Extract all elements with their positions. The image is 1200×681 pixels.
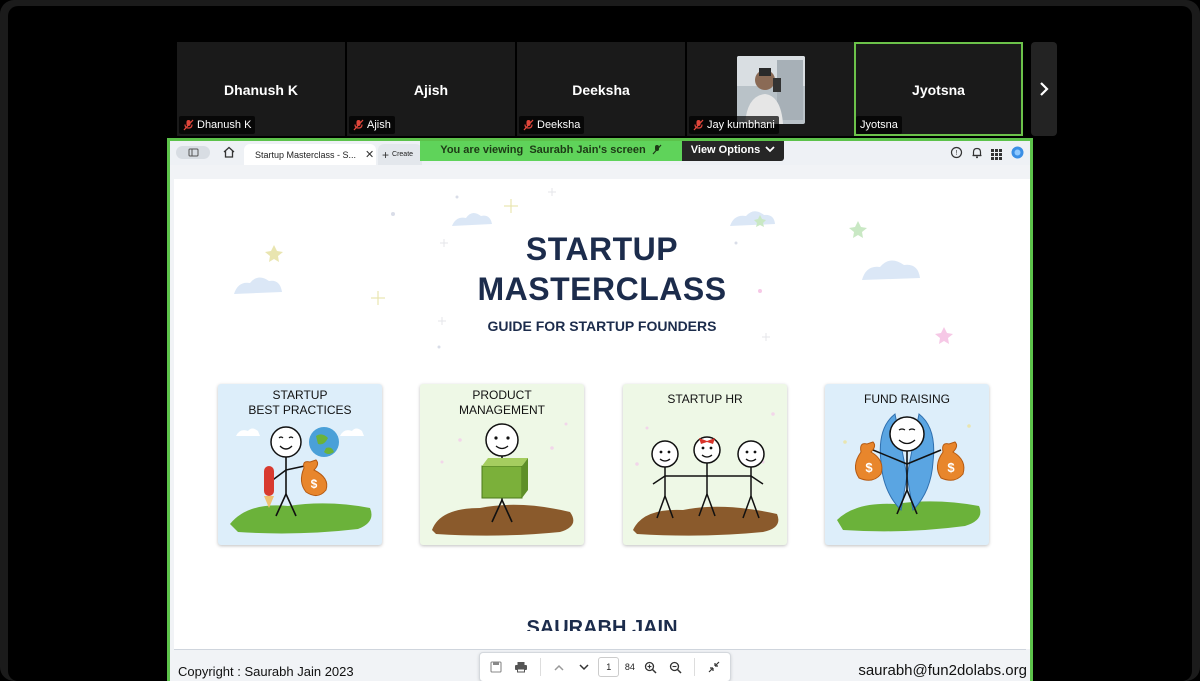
svg-text:!: !	[956, 150, 958, 157]
slide-page: STARTUP MASTERCLASS GUIDE FOR STARTUP FO…	[174, 179, 1030, 649]
printer-icon	[515, 662, 528, 673]
card-startup-hr: STARTUP HR	[623, 384, 787, 545]
participant-label: Deeksha	[519, 116, 585, 134]
participant-label: Ajish	[349, 116, 395, 134]
card-title: STARTUP BEST PRACTICES	[248, 388, 352, 417]
screen-share-banner: You are viewing Saurabh Jain's screen	[420, 141, 682, 161]
page-total: 84	[624, 662, 635, 672]
participant-label: Dhanush K	[179, 116, 256, 134]
participant-label-text: Ajish	[367, 119, 391, 131]
new-tab-label: Create	[392, 151, 414, 158]
home-icon[interactable]	[222, 145, 236, 164]
sidebar-toggle-button[interactable]	[176, 146, 210, 159]
card-product-management: PRODUCT MANAGEMENT	[420, 384, 584, 545]
svg-text:$: $	[865, 460, 873, 475]
tab-startup-masterclass[interactable]: Startup Masterclass - S... ✕	[244, 144, 376, 165]
participant-tile[interactable]: Ajish Ajish	[347, 42, 515, 136]
card-startup-best-practices: $ STARTUP BEST PRACTICES	[218, 384, 382, 545]
print-button[interactable]	[511, 656, 532, 678]
pdf-viewer: STARTUP MASTERCLASS GUIDE FOR STARTUP FO…	[170, 165, 1030, 681]
tab-title: Startup Masterclass - S...	[255, 149, 357, 160]
viewing-text: You are viewing Saurabh Jain's screen	[440, 143, 646, 156]
zoom-in-icon	[645, 661, 657, 674]
close-tab-icon[interactable]: ✕	[365, 148, 374, 161]
participant-name: Deeksha	[572, 82, 630, 98]
next-participants-button[interactable]	[1031, 42, 1057, 136]
view-options-label: View Options	[690, 143, 761, 156]
new-tab-button[interactable]: + Create	[378, 144, 422, 165]
shared-screen: Startup Masterclass - S... ✕ + Create Yo…	[167, 138, 1033, 681]
participant-tile[interactable]: Dhanush K Dhanush K	[177, 42, 345, 136]
collapse-icon	[708, 661, 720, 673]
chevron-down-icon	[579, 663, 589, 670]
sidebar-icon	[188, 148, 199, 157]
browser-toolbar: Startup Masterclass - S... ✕ + Create Yo…	[170, 141, 1030, 165]
card-title: PRODUCT MANAGEMENT	[458, 388, 545, 417]
profile-icon[interactable]	[1011, 146, 1024, 164]
participant-tile[interactable]: Jay kumbhani	[687, 42, 855, 136]
participant-label-text: Jay kumbhani	[707, 119, 775, 131]
plus-icon: +	[382, 147, 390, 162]
mic-off-icon	[652, 144, 662, 155]
mic-off-icon	[183, 119, 194, 131]
apps-grid-icon[interactable]	[991, 147, 1002, 165]
slide-subtitle: GUIDE FOR STARTUP FOUNDERS	[487, 318, 717, 334]
device-frame: Dhanush K Dhanush K Ajish Ajish Deeksha	[0, 0, 1200, 681]
card-title: STARTUP HR	[667, 392, 743, 406]
previous-page-button[interactable]	[549, 656, 570, 678]
participant-tile[interactable]: Deeksha Deeksha	[517, 42, 685, 136]
svg-text:$: $	[311, 477, 318, 491]
zoom-out-icon	[670, 661, 682, 674]
exit-fullscreen-button[interactable]	[703, 656, 724, 678]
save-button[interactable]	[486, 656, 507, 678]
fund-raising-illustration-icon: $ $	[837, 413, 981, 532]
participant-name: Ajish	[413, 82, 449, 98]
email-text: saurabh@fun2dolabs.org	[858, 662, 1027, 679]
footer-divider	[174, 649, 1026, 650]
mic-off-icon	[353, 119, 364, 131]
page-number-input[interactable]: 1	[598, 657, 620, 677]
bell-icon[interactable]	[971, 146, 983, 164]
pdf-toolbar: 1 84	[479, 652, 731, 681]
author-name: SAURABH JAIN	[526, 617, 678, 631]
help-icon[interactable]: !	[950, 146, 963, 164]
card-fund-raising: $ $ FUND RAISING	[825, 384, 989, 545]
participant-label-text: Deeksha	[537, 119, 581, 131]
zoom-out-button[interactable]	[665, 656, 686, 678]
save-icon	[490, 661, 502, 673]
next-page-button[interactable]	[573, 656, 594, 678]
slide-title-line1: STARTUP	[525, 231, 679, 267]
slide-title-line2: MASTERCLASS	[477, 271, 727, 307]
svg-text:$: $	[947, 460, 955, 475]
participant-name: Jyotsna	[912, 82, 965, 98]
participant-label-text: Dhanush K	[197, 119, 252, 131]
card-title: FUND RAISING	[863, 392, 950, 406]
mic-off-icon	[693, 119, 704, 131]
participant-label: Jay kumbhani	[689, 116, 779, 134]
copyright-text: Copyright : Saurabh Jain 2023	[178, 664, 354, 679]
participant-strip: Dhanush K Dhanush K Ajish Ajish Deeksha	[177, 42, 1057, 136]
participant-avatar	[737, 56, 805, 124]
participant-tile-active[interactable]: Jyotsna Jyotsna	[854, 42, 1023, 136]
participant-label: Jyotsna	[856, 116, 902, 134]
startup-hr-illustration-icon	[633, 412, 779, 536]
toolbar-separator	[694, 658, 696, 676]
chevron-down-icon	[765, 146, 775, 153]
participant-label-text: Jyotsna	[860, 119, 898, 131]
view-options-button[interactable]: View Options	[682, 141, 784, 161]
mic-off-icon	[523, 119, 534, 131]
chevron-up-icon	[554, 664, 564, 671]
zoom-in-button[interactable]	[641, 656, 662, 678]
toolbar-separator	[539, 658, 541, 676]
participant-name: Dhanush K	[224, 82, 298, 98]
chevron-right-icon	[1040, 82, 1049, 96]
